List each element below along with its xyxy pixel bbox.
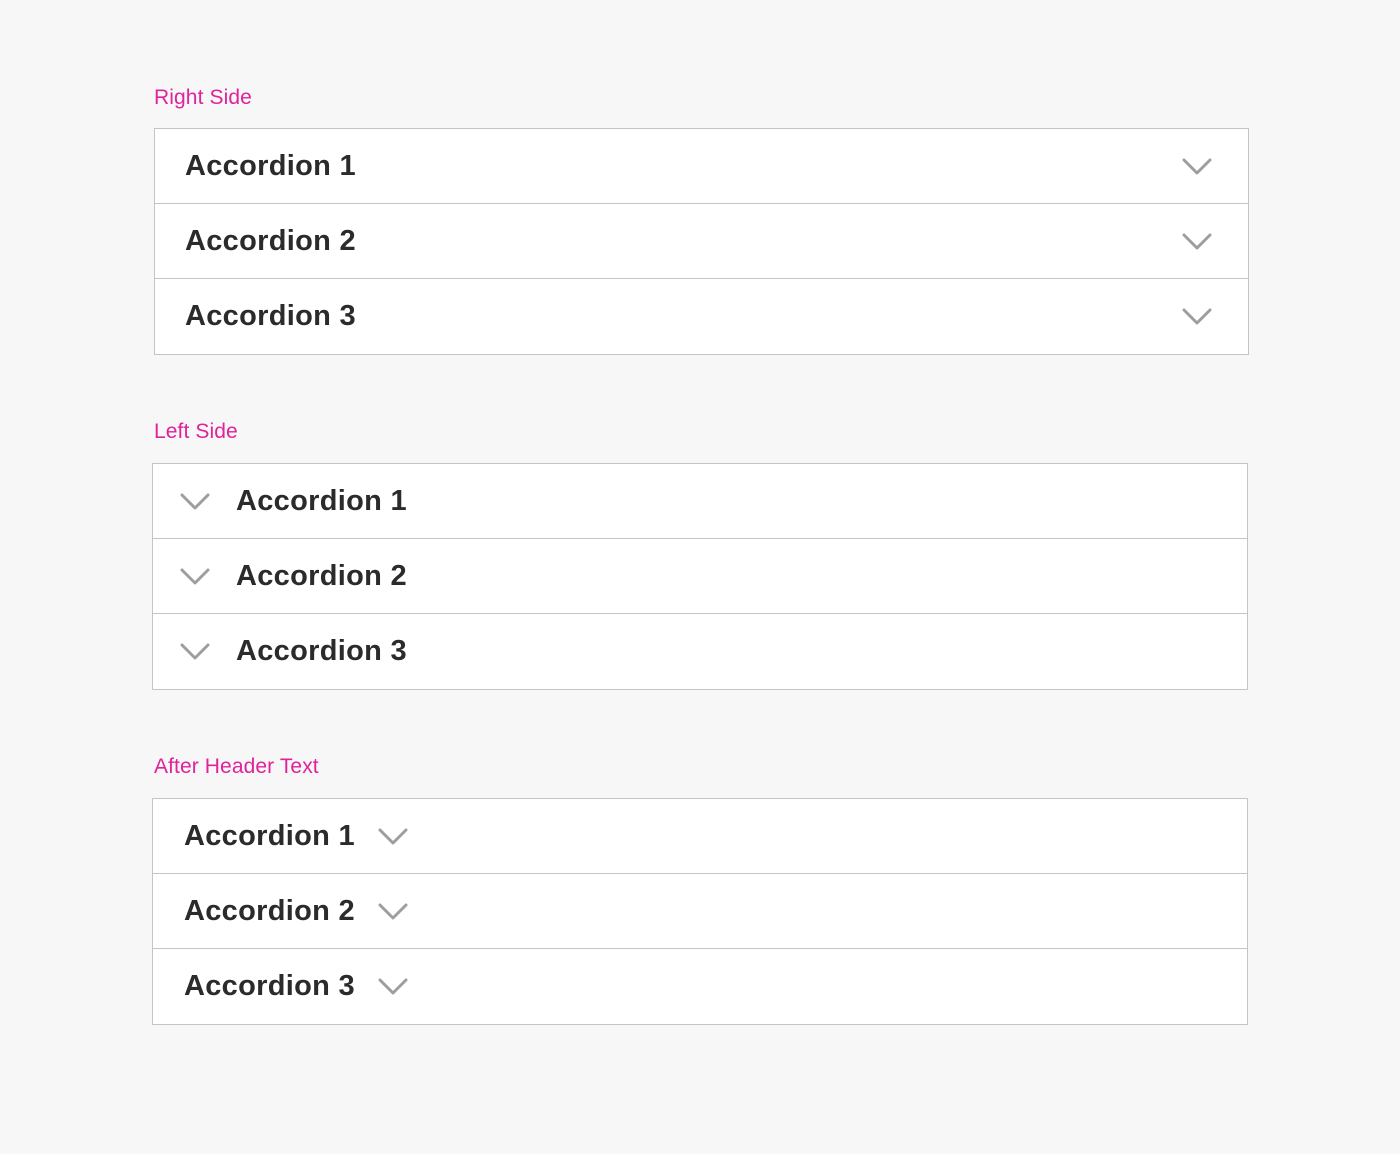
section-label-after-header-text: After Header Text [154, 755, 319, 778]
chevron-down-icon[interactable] [180, 568, 210, 586]
accordion-item-title: Accordion 1 [184, 819, 355, 852]
accordion-item-title: Accordion 2 [185, 224, 356, 257]
chevron-down-icon[interactable] [180, 643, 210, 661]
chevron-down-icon[interactable] [1182, 233, 1212, 251]
chevron-down-icon[interactable] [1182, 308, 1212, 326]
accordion-item-title: Accordion 1 [236, 484, 407, 517]
accordion-item-title: Accordion 2 [236, 559, 407, 592]
accordion-item-title: Accordion 2 [184, 894, 355, 927]
chevron-down-icon[interactable] [378, 903, 408, 921]
accordion-item-3[interactable]: Accordion 3 [153, 949, 1247, 1024]
chevron-down-icon[interactable] [1182, 158, 1212, 176]
accordion-item-3[interactable]: Accordion 3 [153, 614, 1247, 689]
chevron-down-icon[interactable] [180, 493, 210, 511]
accordion-item-2[interactable]: Accordion 2 [153, 539, 1247, 614]
accordion-item-3[interactable]: Accordion 3 [155, 279, 1248, 354]
chevron-down-icon[interactable] [378, 828, 408, 846]
accordion-item-1[interactable]: Accordion 1 [153, 799, 1247, 874]
accordion-item-title: Accordion 1 [185, 149, 356, 182]
accordion-item-title: Accordion 3 [236, 635, 407, 667]
chevron-down-icon[interactable] [378, 978, 408, 996]
accordion-item-1[interactable]: Accordion 1 [155, 129, 1248, 204]
accordion-after-header-text: Accordion 1 Accordion 2 Accordion 3 [152, 798, 1248, 1025]
accordion-item-2[interactable]: Accordion 2 [153, 874, 1247, 949]
accordion-item-2[interactable]: Accordion 2 [155, 204, 1248, 279]
section-label-left-side: Left Side [154, 420, 238, 443]
accordion-right-side: Accordion 1 Accordion 2 Accordion 3 [154, 128, 1249, 355]
accordion-left-side: Accordion 1 Accordion 2 Accordion 3 [152, 463, 1248, 690]
accordion-item-1[interactable]: Accordion 1 [153, 464, 1247, 539]
section-label-right-side: Right Side [154, 86, 252, 109]
accordion-item-title: Accordion 3 [185, 300, 356, 332]
accordion-item-title: Accordion 3 [184, 970, 355, 1002]
